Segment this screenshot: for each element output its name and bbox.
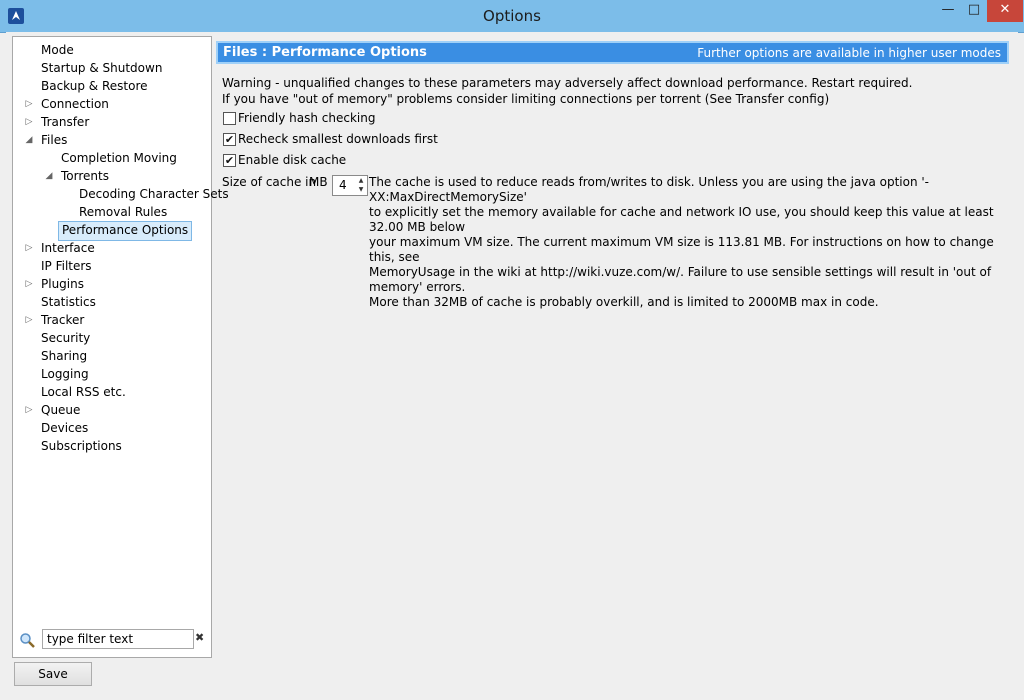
tree-item-mode[interactable]: Mode xyxy=(38,41,77,59)
tree-item-tracker[interactable]: Tracker xyxy=(38,311,87,329)
cache-unit-label: MB xyxy=(309,175,328,189)
save-button[interactable]: Save xyxy=(14,662,92,686)
tree-item-completion-moving[interactable]: Completion Moving xyxy=(58,149,180,167)
spin-up-icon[interactable]: ▲ xyxy=(356,176,366,185)
tree-item-queue[interactable]: Queue xyxy=(38,401,83,419)
tree-expand-icon[interactable]: ▷ xyxy=(24,95,34,113)
section-title: Files : Performance Options xyxy=(223,45,427,60)
tree-item-sharing[interactable]: Sharing xyxy=(38,347,90,365)
tree-item-files[interactable]: Files xyxy=(38,131,70,149)
tree-item-plugins[interactable]: Plugins xyxy=(38,275,87,293)
recheck-smallest-label[interactable]: Recheck smallest downloads first xyxy=(238,132,438,146)
spin-down-icon[interactable]: ▼ xyxy=(356,185,366,194)
enable-disk-cache-checkbox[interactable]: ✔ xyxy=(223,154,236,167)
cache-size-label: Size of cache in xyxy=(222,175,317,189)
tree-item-performance-options[interactable]: Performance Options xyxy=(58,221,193,241)
tree-item-statistics[interactable]: Statistics xyxy=(38,293,99,311)
options-tree: ✖ ModeStartup & ShutdownBackup & Restore… xyxy=(12,36,229,658)
client-area: ✖ ModeStartup & ShutdownBackup & Restore… xyxy=(6,32,1018,694)
friendly-hash-label[interactable]: Friendly hash checking xyxy=(238,111,375,125)
tree-expand-icon[interactable]: ▷ xyxy=(24,401,34,419)
search-icon xyxy=(20,633,35,648)
tree-item-startup-shutdown[interactable]: Startup & Shutdown xyxy=(38,59,165,77)
close-button[interactable]: ✕ xyxy=(987,0,1023,22)
options-window: Options — □ ✕ ✖ ModeStartup & ShutdownBa… xyxy=(0,0,1024,700)
tree-expand-icon[interactable]: ▷ xyxy=(24,113,34,131)
recheck-smallest-checkbox[interactable]: ✔ xyxy=(223,133,236,146)
tree-expand-icon[interactable]: ▷ xyxy=(24,239,34,257)
user-mode-note: Further options are available in higher … xyxy=(697,46,1001,60)
cache-description: The cache is used to reduce reads from/w… xyxy=(369,175,994,309)
title-bar[interactable]: Options — □ ✕ xyxy=(0,0,1024,33)
minimize-button[interactable]: — xyxy=(935,0,961,22)
warning-text: Warning - unqualified changes to these p… xyxy=(222,76,913,90)
tree-item-interface[interactable]: Interface xyxy=(38,239,98,257)
tree-expand-icon[interactable]: ◢ xyxy=(24,131,34,149)
tree-item-security[interactable]: Security xyxy=(38,329,93,347)
section-header: Files : Performance Options Further opti… xyxy=(216,41,1009,64)
tree-item-logging[interactable]: Logging xyxy=(38,365,92,383)
clear-filter-icon[interactable]: ✖ xyxy=(195,631,204,644)
friendly-hash-checkbox[interactable] xyxy=(223,112,236,125)
enable-disk-cache-label[interactable]: Enable disk cache xyxy=(238,153,346,167)
tree-item-transfer[interactable]: Transfer xyxy=(38,113,92,131)
tree-item-subscriptions[interactable]: Subscriptions xyxy=(38,437,125,455)
tree-item-connection[interactable]: Connection xyxy=(38,95,112,113)
maximize-button[interactable]: □ xyxy=(961,0,987,22)
cache-size-spinner[interactable]: 4 ▲ ▼ xyxy=(332,175,368,196)
tree-item-torrents[interactable]: Torrents xyxy=(58,167,112,185)
filter-input[interactable] xyxy=(42,629,194,649)
memory-hint-text: If you have "out of memory" problems con… xyxy=(222,92,830,106)
cache-size-value[interactable]: 4 xyxy=(339,178,347,192)
tree-expand-icon[interactable]: ◢ xyxy=(44,167,54,185)
tree-item-devices[interactable]: Devices xyxy=(38,419,91,437)
tree-item-ip-filters[interactable]: IP Filters xyxy=(38,257,95,275)
tree-expand-icon[interactable]: ▷ xyxy=(24,311,34,329)
tree-item-decoding-character-sets[interactable]: Decoding Character Sets xyxy=(76,185,232,203)
tree-item-removal-rules[interactable]: Removal Rules xyxy=(76,203,170,221)
tree-item-local-rss-etc[interactable]: Local RSS etc. xyxy=(38,383,129,401)
tree-expand-icon[interactable]: ▷ xyxy=(24,275,34,293)
window-title: Options xyxy=(483,7,541,25)
tree-item-backup-restore[interactable]: Backup & Restore xyxy=(38,77,151,95)
